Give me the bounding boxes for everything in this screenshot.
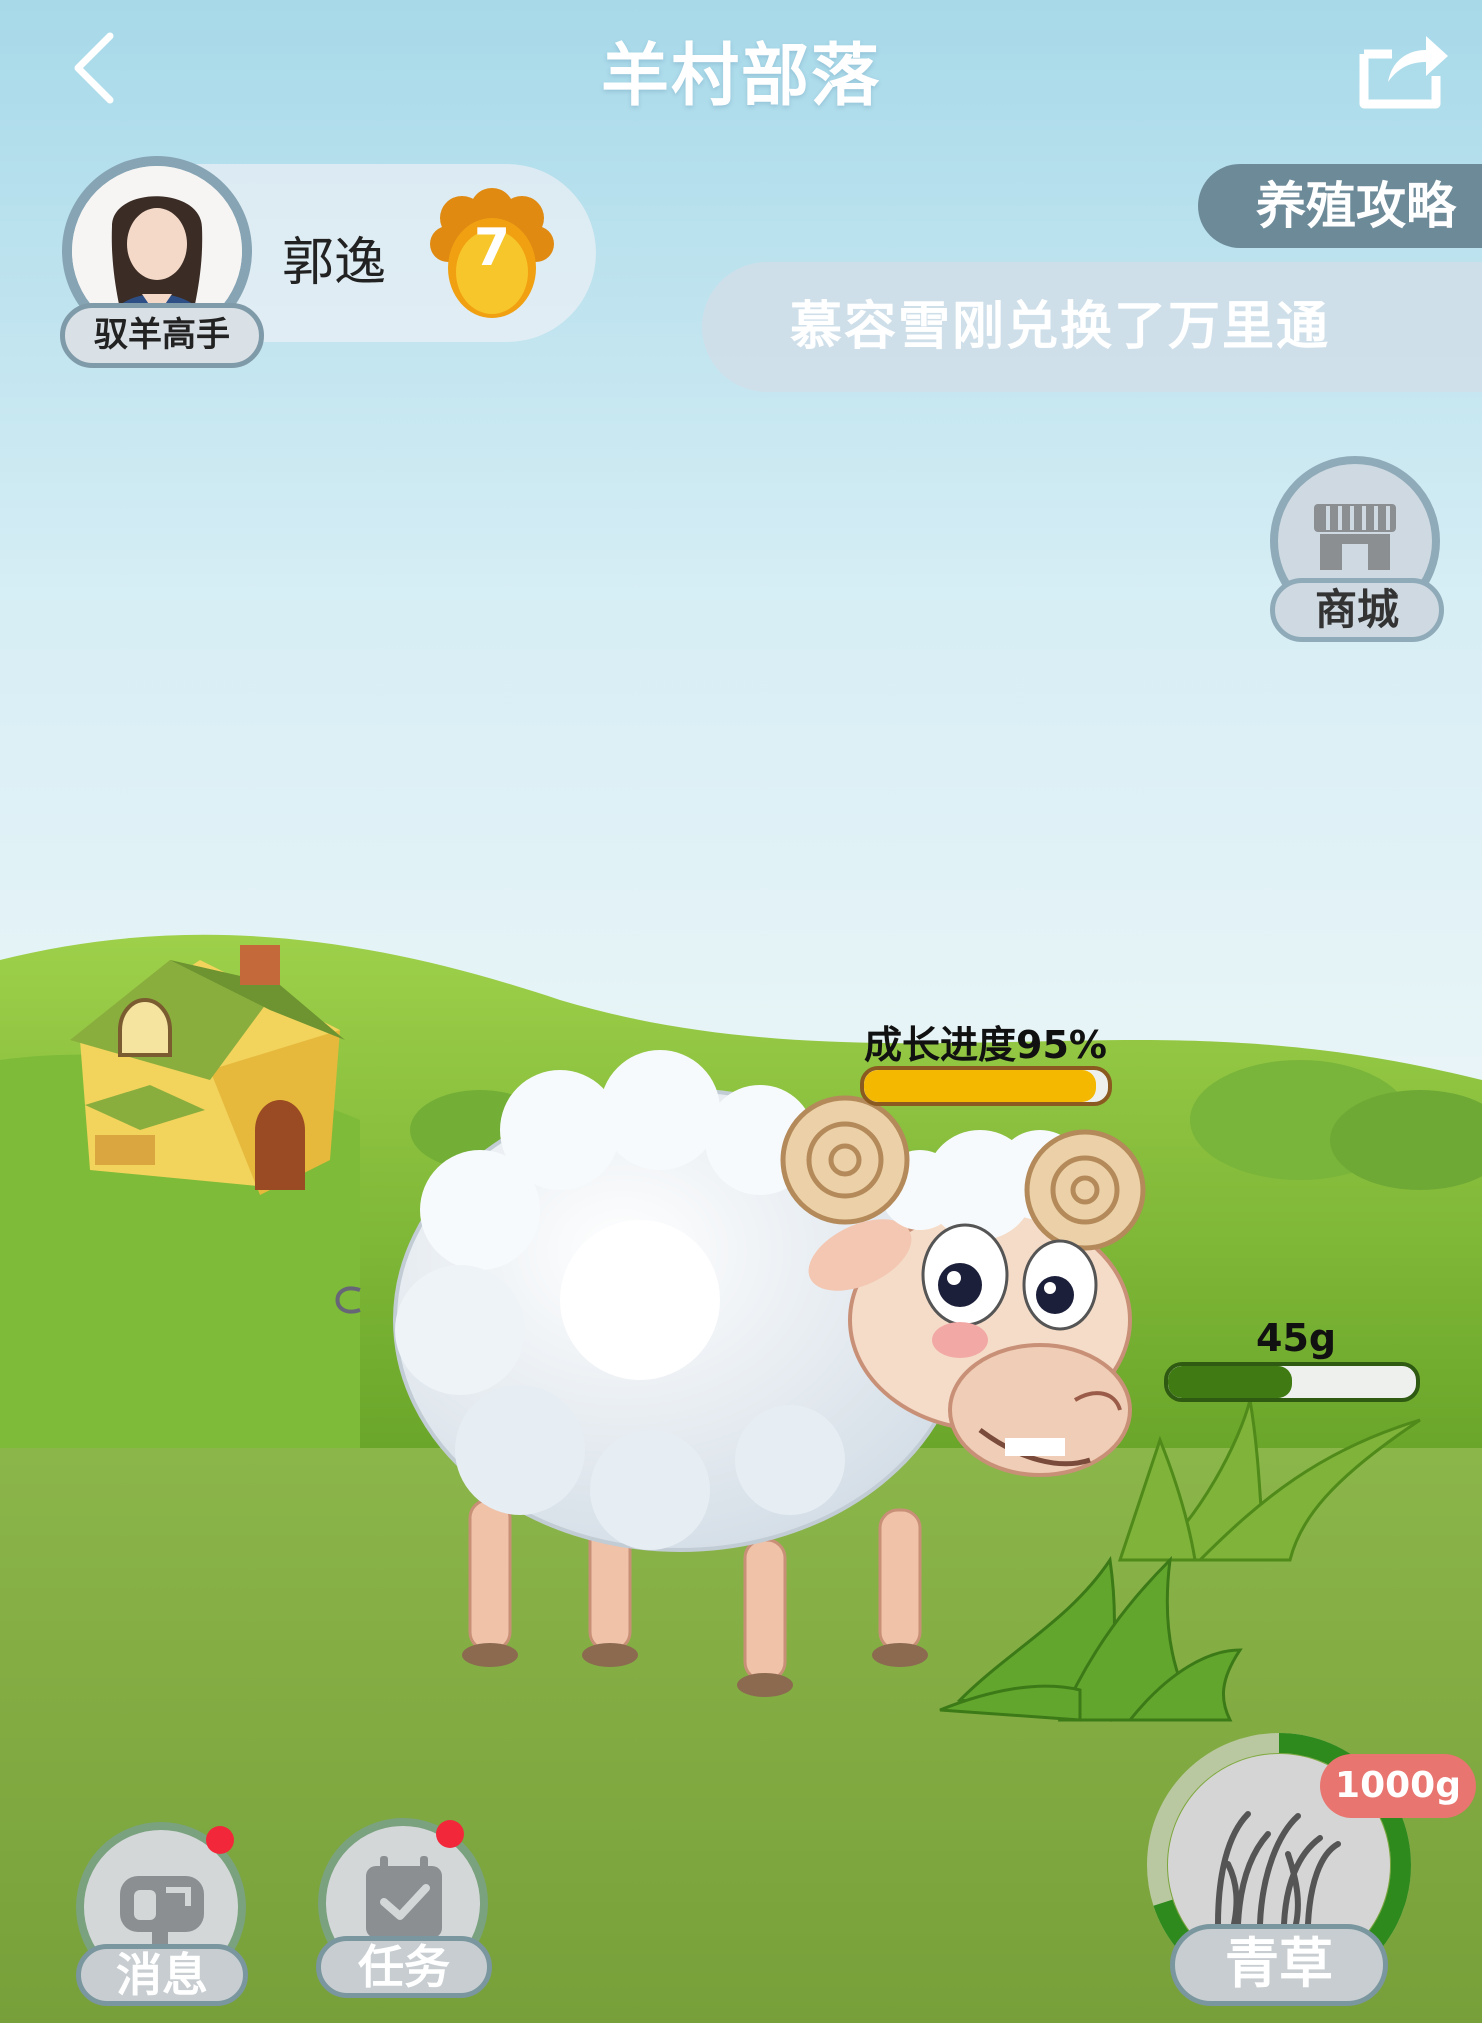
share-button[interactable]	[1352, 24, 1452, 114]
grass-label[interactable]: 青草	[1170, 1924, 1388, 2006]
tasks-label[interactable]: 任务	[316, 1936, 492, 1998]
page-title: 羊村部落	[600, 37, 881, 116]
shop-label[interactable]: 商城	[1270, 578, 1444, 642]
feed-progress-fill	[1168, 1366, 1292, 1398]
title-badge: 驭羊高手	[60, 303, 264, 368]
username: 郭逸	[282, 233, 387, 293]
grass-amount-badge: 1000g	[1320, 1754, 1476, 1818]
messages-notification-dot	[206, 1826, 234, 1854]
activity-ticker: 慕容雪刚兑换了万里通	[702, 262, 1482, 392]
feed-amount-label: 45g	[1256, 1316, 1337, 1360]
growth-progress-label: 成长进度95%	[864, 1023, 1107, 1067]
tasks-notification-dot	[436, 1820, 464, 1848]
feed-progress-bar	[1164, 1362, 1420, 1402]
messages-label[interactable]: 消息	[76, 1944, 248, 2006]
growth-progress-bar	[860, 1066, 1112, 1106]
breeding-guide-button[interactable]: 养殖攻略	[1198, 164, 1482, 248]
share-icon	[1359, 36, 1448, 109]
level-number: 7	[473, 218, 511, 278]
growth-progress-fill	[864, 1070, 1096, 1102]
